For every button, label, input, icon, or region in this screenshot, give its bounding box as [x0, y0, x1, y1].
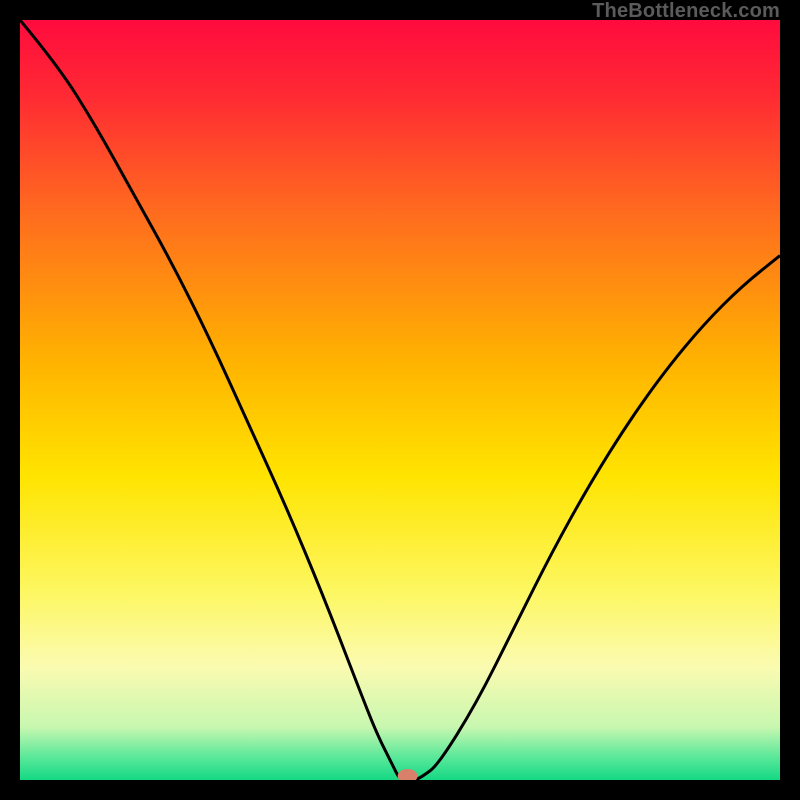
bottleneck-chart — [20, 20, 780, 780]
chart-frame: TheBottleneck.com — [0, 0, 800, 800]
plot-area — [20, 20, 780, 780]
gradient-background — [20, 20, 780, 780]
watermark-text: TheBottleneck.com — [592, 0, 780, 23]
